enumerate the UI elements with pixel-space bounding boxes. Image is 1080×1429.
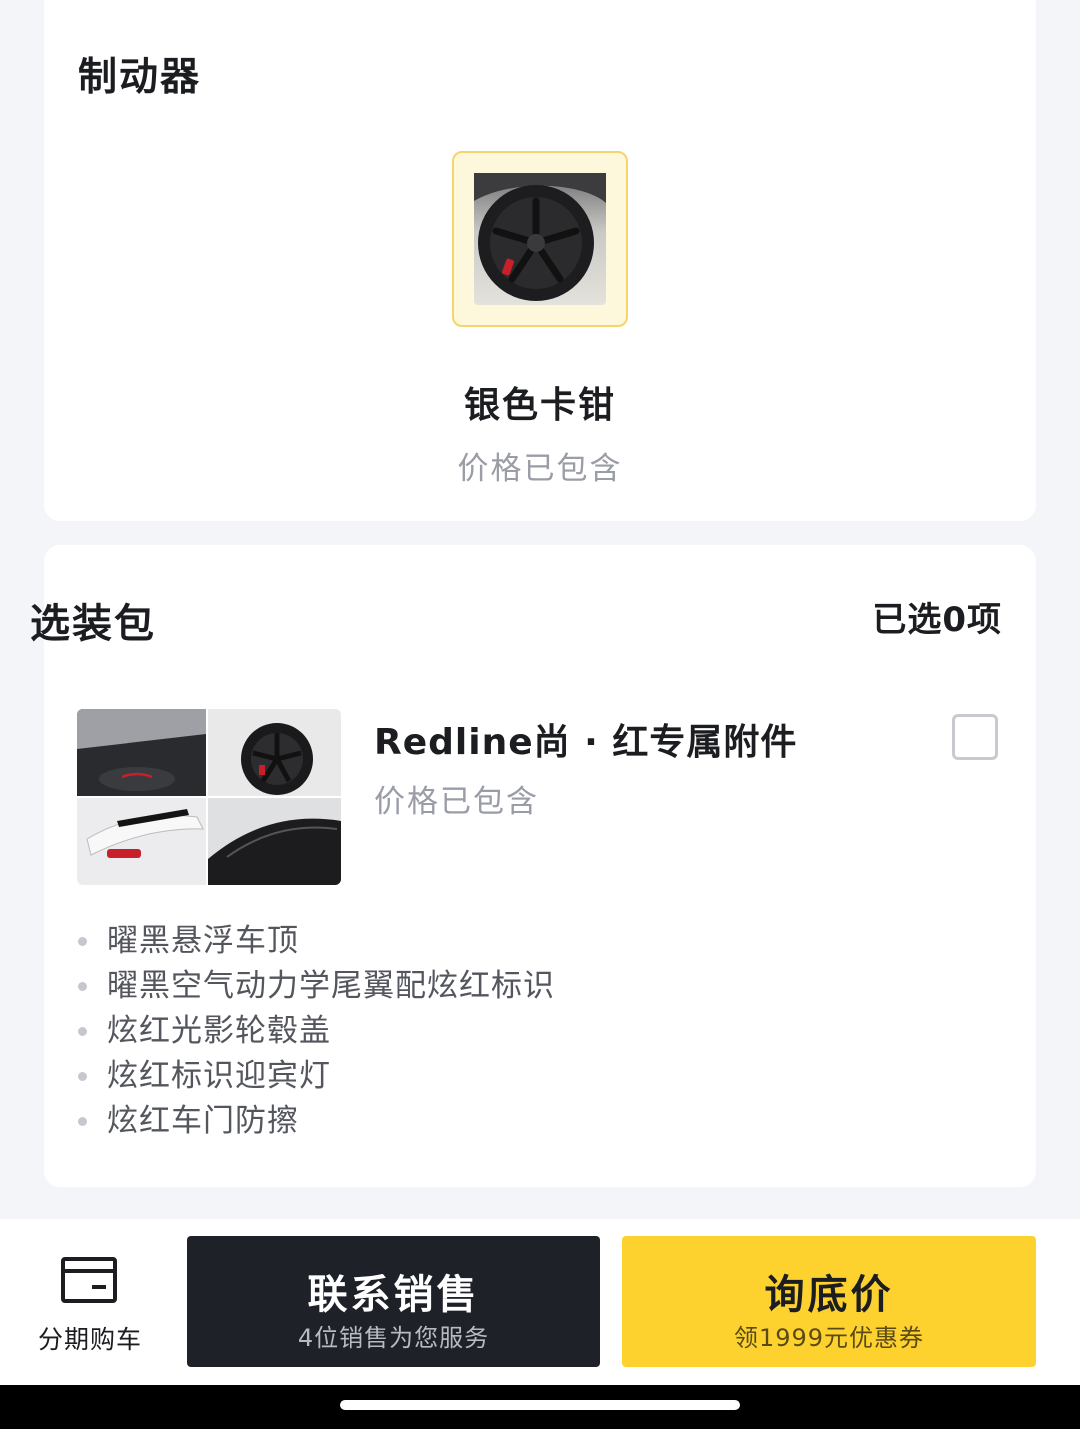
package-feature-list: 曜黑悬浮车顶 曜黑空气动力学尾翼配炫红标识 炫红光影轮毂盖 炫红标识迎宾灯 炫红… xyxy=(77,919,555,1144)
feature-text: 曜黑空气动力学尾翼配炫红标识 xyxy=(107,968,555,1004)
bullet-icon xyxy=(78,937,87,946)
brake-option-price: 价格已包含 xyxy=(457,451,623,487)
inquire-price-button[interactable]: 询底价 领1999元优惠券 xyxy=(622,1236,1036,1367)
package-image[interactable] xyxy=(77,709,341,885)
inquire-price-label: 询底价 xyxy=(764,1272,894,1318)
bullet-icon xyxy=(78,982,87,991)
brake-card: 制动器 银色卡钳 价格已包含 xyxy=(44,0,1036,521)
wheel-image xyxy=(474,173,606,305)
system-navigation-bar xyxy=(0,1385,1080,1429)
package-item-name: Redline尚 · 红专属附件 xyxy=(374,722,798,763)
contact-sales-button[interactable]: 联系销售 4位销售为您服务 xyxy=(187,1236,600,1367)
feature-text: 炫红光影轮毂盖 xyxy=(107,1013,331,1049)
card-icon xyxy=(61,1257,117,1303)
contact-sales-label: 联系销售 xyxy=(307,1272,480,1318)
contact-sales-subtitle: 4位销售为您服务 xyxy=(297,1324,490,1352)
feature-text: 炫红标识迎宾灯 xyxy=(107,1058,331,1094)
feature-item: 炫红车门防擦 xyxy=(77,1099,555,1144)
brake-option-name: 银色卡钳 xyxy=(463,385,616,426)
feature-item: 炫红标识迎宾灯 xyxy=(77,1054,555,1099)
package-item-price: 价格已包含 xyxy=(374,784,539,820)
feature-item: 曜黑悬浮车顶 xyxy=(77,919,555,964)
package-collage-image xyxy=(77,709,341,885)
package-section-title: 选装包 xyxy=(30,601,156,647)
package-selected-count: 已选0项 xyxy=(872,600,1002,640)
package-item-checkbox[interactable] xyxy=(952,714,998,760)
installment-button[interactable]: 分期购车 xyxy=(20,1256,160,1356)
bullet-icon xyxy=(78,1027,87,1036)
feature-item: 炫红光影轮毂盖 xyxy=(77,1009,555,1054)
inquire-price-subtitle: 领1999元优惠券 xyxy=(733,1324,925,1352)
home-indicator[interactable] xyxy=(340,1400,740,1410)
feature-text: 曜黑悬浮车顶 xyxy=(107,923,299,959)
feature-text: 炫红车门防擦 xyxy=(107,1103,299,1139)
bullet-icon xyxy=(78,1117,87,1126)
feature-item: 曜黑空气动力学尾翼配炫红标识 xyxy=(77,964,555,1009)
installment-label: 分期购车 xyxy=(37,1325,142,1354)
brake-section-title: 制动器 xyxy=(78,55,202,100)
bullet-icon xyxy=(78,1072,87,1081)
brake-option-thumbnail[interactable] xyxy=(452,151,628,327)
